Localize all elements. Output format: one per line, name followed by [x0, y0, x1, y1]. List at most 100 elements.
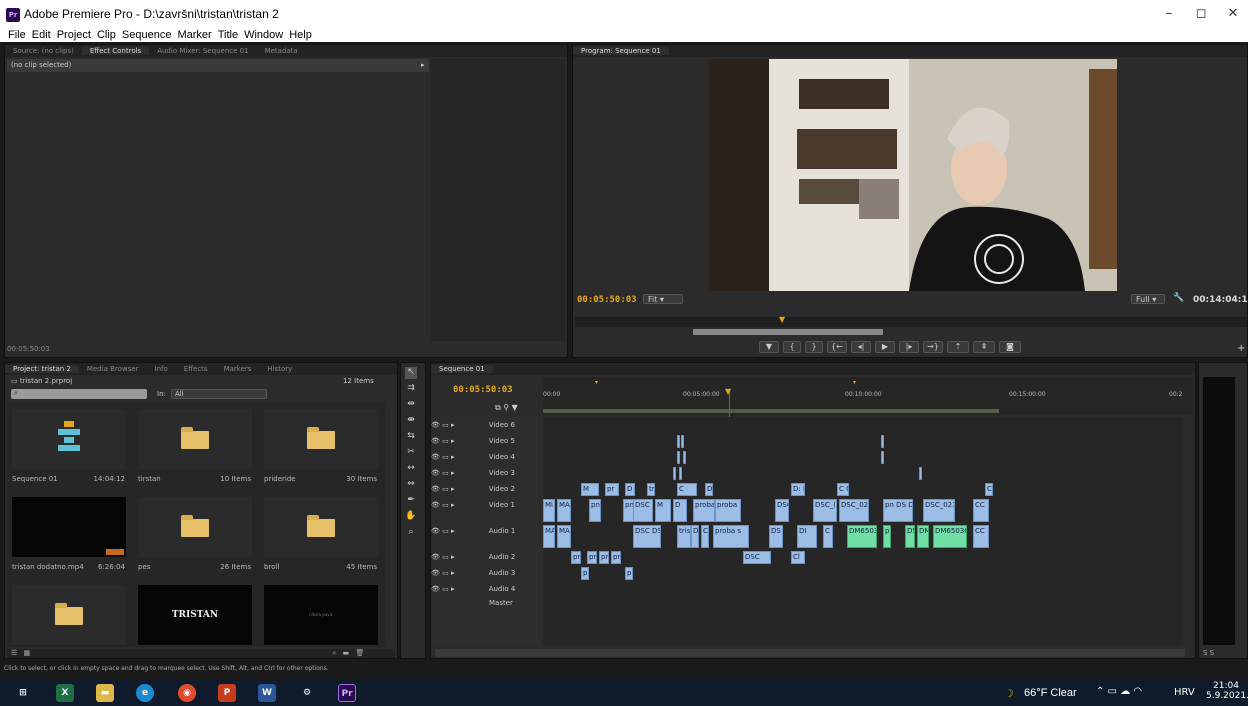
timeline-clip[interactable]: C C — [837, 483, 849, 496]
solo-buttons[interactable]: S S — [1203, 649, 1214, 657]
playhead-marker-icon[interactable]: ▼ — [725, 387, 731, 396]
timeline-clip[interactable]: DSC — [743, 551, 771, 564]
timeline-clip[interactable]: D: DS — [705, 483, 713, 496]
timeline-clip[interactable]: MA — [557, 499, 571, 522]
track-header-video-1[interactable]: 👁 ▭ ▸ Video 1 — [431, 501, 541, 509]
timeline-clip[interactable]: DSC DS — [633, 525, 661, 548]
project-item-folder-prideride[interactable]: prideride 30 Items — [259, 403, 383, 489]
list-view-icon[interactable]: ☰ — [11, 649, 17, 657]
program-scrubber[interactable] — [575, 317, 1247, 327]
track-header-video-5[interactable]: 👁 ▭ ▸ Video 5 — [431, 437, 541, 445]
timeline-clip[interactable]: C — [823, 525, 833, 548]
timeline-clip[interactable]: pr — [605, 483, 619, 496]
tab-media-browser[interactable]: Media Browser — [79, 365, 147, 373]
edit-mark[interactable] — [683, 451, 686, 464]
fit-dropdown[interactable]: Fit ▾ — [643, 294, 683, 304]
quality-dropdown[interactable]: Full ▾ — [1131, 294, 1165, 304]
track-header-video-3[interactable]: 👁 ▭ ▸ Video 3 — [431, 469, 541, 477]
timeline-clip[interactable]: proba — [611, 551, 621, 564]
timeline-clip[interactable]: DS — [769, 525, 783, 548]
go-to-out-button[interactable]: →} — [923, 341, 943, 353]
menu-project[interactable]: Project — [57, 29, 91, 41]
edit-mark[interactable] — [881, 451, 884, 464]
menu-title[interactable]: Title — [218, 29, 238, 41]
timeline-clip[interactable]: Cl — [985, 483, 993, 496]
edit-mark[interactable] — [679, 467, 682, 480]
timeline-clip[interactable]: DM6503G — [933, 525, 967, 548]
timeline-clip[interactable]: DI — [797, 525, 817, 548]
mark-in-button[interactable]: { — [783, 341, 801, 353]
word-icon[interactable]: W — [258, 684, 276, 702]
menu-window[interactable]: Window — [244, 29, 283, 41]
project-item-title[interactable]: TRISTAN — [133, 579, 257, 647]
pen-tool-icon[interactable]: ✒ — [405, 495, 417, 507]
lift-button[interactable]: ⇡ — [947, 341, 969, 353]
project-search-input[interactable]: ⌕ — [11, 389, 147, 399]
timeline-clip[interactable]: MA — [543, 525, 555, 548]
settings-wrench-icon[interactable]: 🔧 — [1173, 293, 1184, 303]
hand-tool-icon[interactable]: ✋ — [405, 511, 417, 523]
premiere-taskbar-icon[interactable]: Pr — [338, 684, 356, 702]
timeline-clip[interactable]: Mi — [543, 499, 555, 522]
project-item-folder-broll[interactable]: broll 45 Items — [259, 491, 383, 577]
track-header-video-4[interactable]: 👁 ▭ ▸ Video 4 — [431, 453, 541, 461]
program-timecode[interactable]: 00:05:50:03 — [577, 295, 637, 305]
play-button[interactable]: ▶ — [875, 341, 895, 353]
settings-icon[interactable]: ⚙ — [298, 684, 316, 702]
edit-mark[interactable] — [677, 435, 680, 448]
tab-source[interactable]: Source: (no clips) — [5, 47, 82, 55]
timeline-clip[interactable]: DSC_021 — [839, 499, 869, 522]
timeline-scrollbar[interactable] — [1183, 417, 1193, 643]
timeline-clip[interactable]: DSC — [775, 499, 789, 522]
maximize-button[interactable]: ◻ — [1190, 6, 1212, 22]
menu-edit[interactable]: Edit — [32, 29, 51, 41]
timeline-clip[interactable]: DSC_( — [813, 499, 837, 522]
powerpoint-icon[interactable]: P — [218, 684, 236, 702]
minimize-button[interactable]: – — [1158, 6, 1180, 22]
project-item-title-2[interactable]: nikola pavic — [259, 579, 383, 647]
timeline-clip[interactable]: pr — [587, 551, 597, 564]
rolling-edit-tool-icon[interactable]: ⇼ — [405, 415, 417, 427]
tab-audio-mixer[interactable]: Audio Mixer: Sequence 01 — [149, 47, 256, 55]
track-header-video-2[interactable]: 👁 ▭ ▸ Video 2 — [431, 485, 541, 493]
in-filter-dropdown[interactable]: All — [171, 389, 267, 399]
track-header-master[interactable]: Master — [431, 599, 541, 607]
export-frame-button[interactable]: ◙ — [999, 341, 1021, 353]
menu-marker[interactable]: Marker — [177, 29, 211, 41]
timeline-clip[interactable]: CC — [973, 499, 989, 522]
marker-icon[interactable]: ▾ — [853, 379, 856, 386]
menu-clip[interactable]: Clip — [97, 29, 116, 41]
timeline-clip[interactable]: proba s — [693, 499, 715, 522]
timeline-clip[interactable]: pr — [599, 551, 609, 564]
project-item-folder-tirstan[interactable]: tirstan 10 Items — [133, 403, 257, 489]
zoom-bar[interactable] — [693, 329, 883, 335]
timeline-clip[interactable]: tris — [677, 525, 691, 548]
icon-view-icon[interactable]: ▦ — [24, 649, 31, 657]
timeline-clip[interactable]: CC — [973, 525, 989, 548]
menu-file[interactable]: File — [8, 29, 26, 41]
timeline-clip[interactable]: D: D — [791, 483, 805, 496]
delete-icon[interactable]: 🗑 — [355, 649, 364, 657]
edit-mark[interactable] — [681, 435, 684, 448]
timeline-clip[interactable]: pn — [589, 499, 601, 522]
project-item-sequence[interactable]: Sequence 01 14:04:12 — [7, 403, 131, 489]
timeline-clip[interactable]: DSC_0214 — [923, 499, 955, 522]
edit-mark[interactable] — [881, 435, 884, 448]
step-back-button[interactable]: ◂| — [851, 341, 871, 353]
timeline-clip[interactable]: tris — [647, 483, 655, 496]
add-button-icon[interactable]: + — [1237, 343, 1245, 354]
close-button[interactable]: ✕ — [1222, 6, 1244, 22]
timeline-zoom-scrollbar[interactable] — [435, 649, 1185, 657]
tab-history[interactable]: History — [259, 365, 300, 373]
excel-icon[interactable]: X — [56, 684, 74, 702]
tab-markers[interactable]: Markers — [216, 365, 260, 373]
clock[interactable]: 21:04 5.9.2021. — [1206, 681, 1248, 701]
menu-sequence[interactable]: Sequence — [122, 29, 172, 41]
tab-program[interactable]: Program: Sequence 01 — [573, 47, 669, 55]
timeline-clip[interactable]: DS — [905, 525, 915, 548]
find-icon[interactable]: ⌕ — [332, 649, 336, 657]
timeline-clip[interactable]: D — [625, 483, 635, 496]
marker-icon[interactable]: ▾ — [595, 379, 598, 386]
timeline-clip[interactable]: D — [691, 525, 699, 548]
go-to-in-button[interactable]: {← — [827, 341, 847, 353]
